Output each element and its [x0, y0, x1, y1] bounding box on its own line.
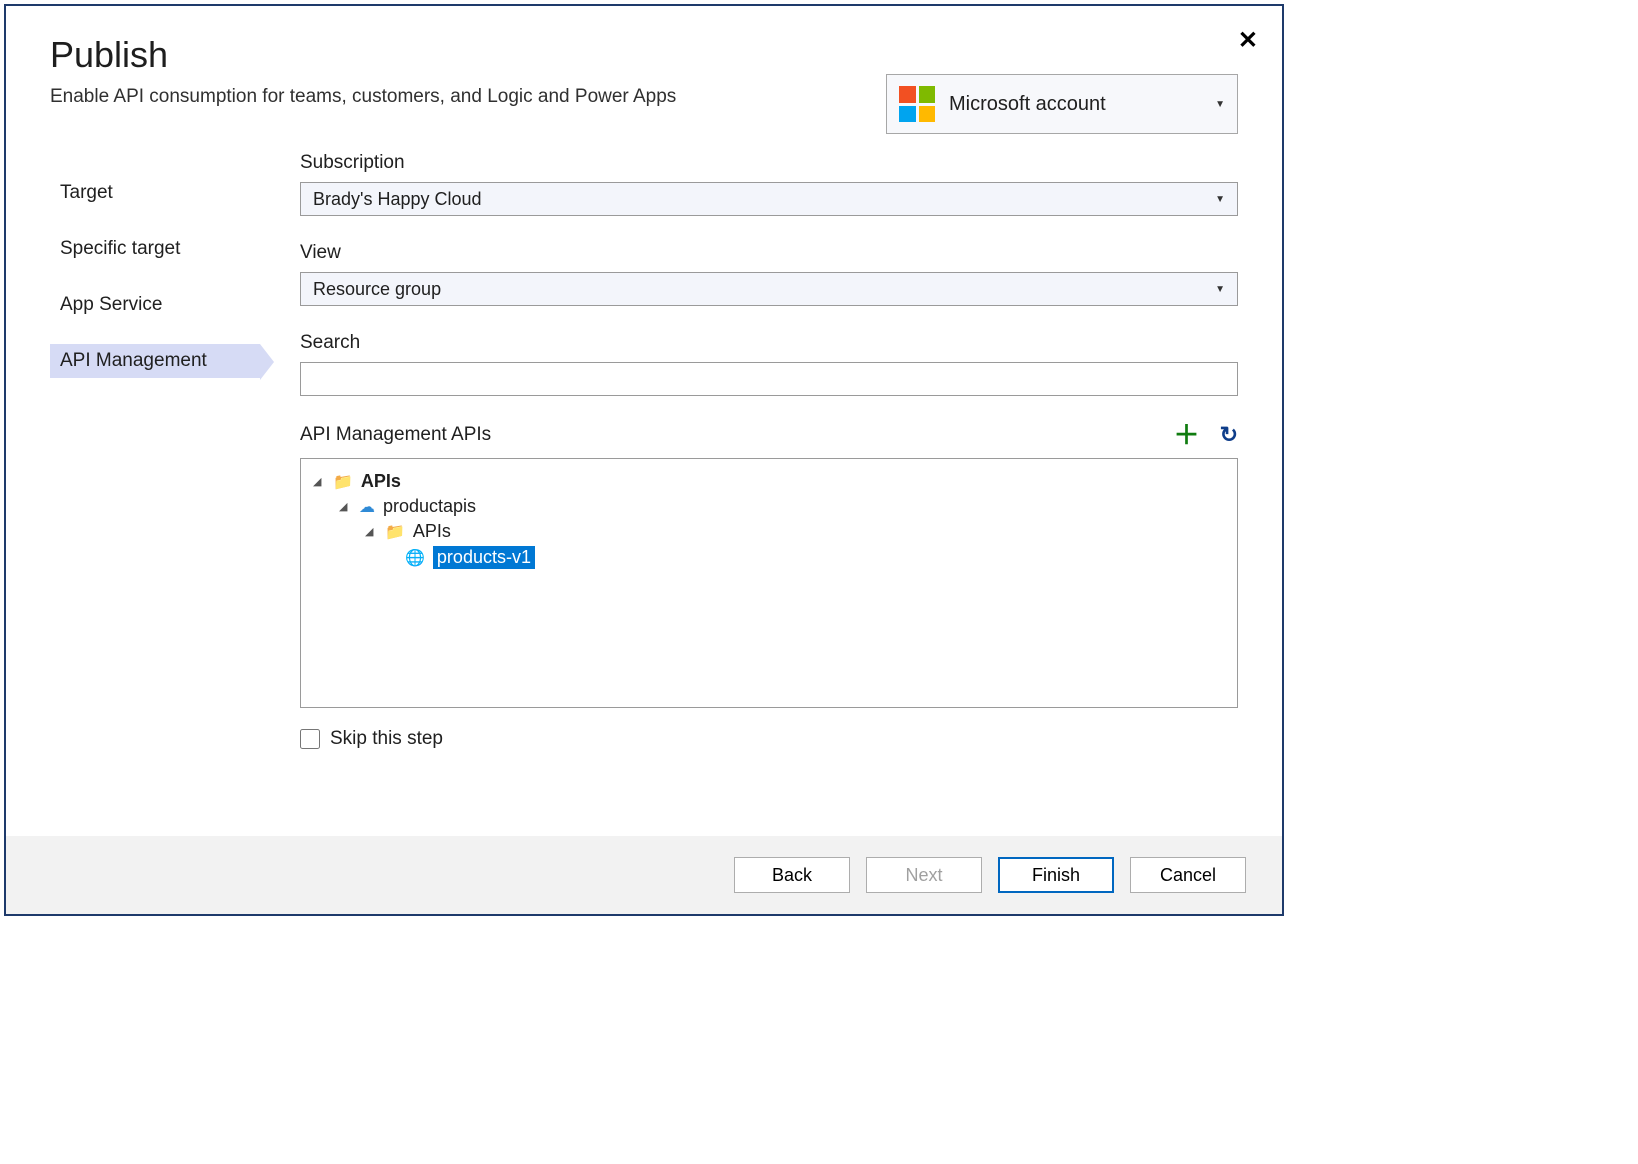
page-title: Publish — [50, 34, 676, 76]
add-icon[interactable]: ＋ — [1174, 422, 1200, 448]
view-value: Resource group — [313, 279, 441, 300]
chevron-down-icon: ▼ — [1215, 284, 1225, 295]
heading-block: Publish Enable API consumption for teams… — [50, 34, 676, 108]
sidebar-item-app-service[interactable]: App Service — [50, 288, 260, 322]
view-label: View — [300, 242, 1238, 264]
skip-checkbox[interactable] — [300, 729, 320, 749]
account-label: Microsoft account — [949, 93, 1201, 116]
tree-node-label: APIs — [361, 471, 401, 492]
expander-icon[interactable]: ◢ — [313, 475, 325, 488]
sidebar-item-target[interactable]: Target — [50, 176, 260, 210]
folder-icon: 📁 — [333, 472, 353, 492]
close-button[interactable]: ✕ — [1238, 26, 1258, 55]
tree-node-service[interactable]: ◢ ☁ productapis — [313, 494, 1225, 519]
account-selector[interactable]: Microsoft account ▼ — [886, 74, 1238, 134]
tree-node-folder[interactable]: ◢ 📁 APIs — [313, 519, 1225, 544]
finish-button[interactable]: Finish — [998, 857, 1114, 893]
body-area: Target Specific target App Service API M… — [6, 134, 1282, 836]
subscription-value: Brady's Happy Cloud — [313, 189, 482, 210]
tree-node-label: productapis — [383, 496, 476, 517]
api-tree: ◢ 📁 APIs ◢ ☁ productapis ◢ 📁 APIs 🌐 prod… — [300, 458, 1238, 708]
tree-node-root[interactable]: ◢ 📁 APIs — [313, 469, 1225, 494]
refresh-icon[interactable]: ↻ — [1220, 424, 1238, 446]
sidebar-item-label: Target — [60, 182, 113, 203]
tree-node-label: APIs — [413, 521, 451, 542]
tree-node-api-selected[interactable]: 🌐 products-v1 — [313, 544, 1225, 571]
next-button: Next — [866, 857, 982, 893]
header-area: Publish Enable API consumption for teams… — [6, 6, 1282, 134]
wizard-sidebar: Target Specific target App Service API M… — [50, 152, 260, 836]
chevron-down-icon: ▼ — [1215, 99, 1225, 110]
form-area: Subscription Brady's Happy Cloud ▼ View … — [300, 152, 1238, 836]
sidebar-item-api-management[interactable]: API Management — [50, 344, 260, 378]
api-list-header: API Management APIs ＋ ↻ — [300, 422, 1238, 448]
expander-icon[interactable]: ◢ — [339, 500, 351, 513]
search-input[interactable] — [300, 362, 1238, 396]
sidebar-item-label: App Service — [60, 294, 162, 315]
back-button[interactable]: Back — [734, 857, 850, 893]
tree-node-label: products-v1 — [433, 546, 535, 569]
api-list-label: API Management APIs — [300, 424, 491, 446]
subscription-label: Subscription — [300, 152, 1238, 174]
globe-icon: 🌐 — [405, 548, 425, 568]
sidebar-item-specific-target[interactable]: Specific target — [50, 232, 260, 266]
skip-label: Skip this step — [330, 728, 443, 750]
sidebar-item-label: API Management — [60, 350, 207, 371]
publish-dialog: ✕ Publish Enable API consumption for tea… — [4, 4, 1284, 916]
sidebar-item-label: Specific target — [60, 238, 180, 259]
folder-icon: 📁 — [385, 522, 405, 542]
chevron-down-icon: ▼ — [1215, 194, 1225, 205]
dialog-footer: Back Next Finish Cancel — [6, 836, 1282, 914]
microsoft-logo-icon — [899, 86, 935, 122]
view-dropdown[interactable]: Resource group ▼ — [300, 272, 1238, 306]
cancel-button[interactable]: Cancel — [1130, 857, 1246, 893]
skip-step-row[interactable]: Skip this step — [300, 728, 1238, 750]
search-label: Search — [300, 332, 1238, 354]
cloud-icon: ☁ — [359, 497, 375, 517]
page-subtitle: Enable API consumption for teams, custom… — [50, 86, 676, 108]
expander-icon[interactable]: ◢ — [365, 525, 377, 538]
subscription-dropdown[interactable]: Brady's Happy Cloud ▼ — [300, 182, 1238, 216]
